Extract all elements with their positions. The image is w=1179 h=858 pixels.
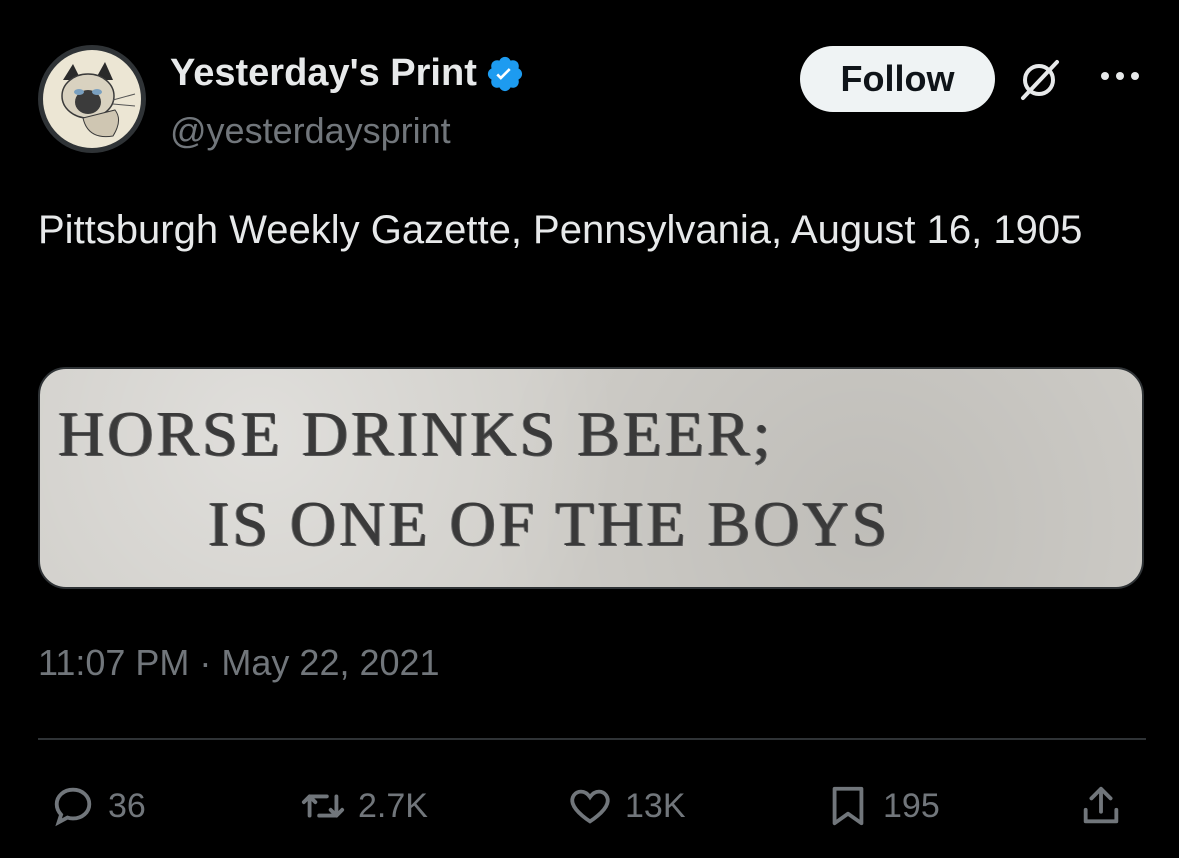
retweet-count: 2.7K [358,786,428,825]
author-display-name[interactable]: Yesterday's Print [170,52,477,95]
follow-button[interactable]: Follow [800,46,995,112]
tweet-text: Pittsburgh Weekly Gazette, Pennsylvania,… [38,208,1083,252]
headline-line-1: HORSE DRINKS BEER; [58,398,774,469]
divider [38,738,1146,740]
tweet-image[interactable]: HORSE DRINKS BEER; IS ONE OF THE BOYS [38,367,1144,589]
retweet-button[interactable]: 2.7K [300,780,428,832]
grok-icon[interactable] [1015,56,1063,104]
reply-count: 36 [108,786,146,825]
retweet-icon [301,794,345,818]
bookmark-button[interactable]: 195 [825,780,940,832]
headline-line-2: IS ONE OF THE BOYS [208,488,891,559]
bookmark-count: 195 [883,786,940,825]
avatar[interactable] [38,45,146,153]
bookmark-icon [832,786,864,826]
author-handle[interactable]: @yesterdaysprint [170,110,451,152]
heart-icon [570,789,610,824]
tweet-timestamp[interactable]: 11:07 PM · May 22, 2021 [38,642,440,684]
verified-badge-icon[interactable] [485,54,525,94]
reply-button[interactable]: 36 [50,780,146,832]
siamese-cat-avatar-icon [43,50,141,148]
share-button[interactable] [1078,780,1136,832]
share-icon [1083,786,1119,824]
like-count: 13K [625,786,686,825]
reply-icon [54,787,92,827]
more-options-icon[interactable] [1098,66,1142,86]
like-button[interactable]: 13K [567,780,686,832]
author-name-row[interactable]: Yesterday's Print [170,52,525,95]
